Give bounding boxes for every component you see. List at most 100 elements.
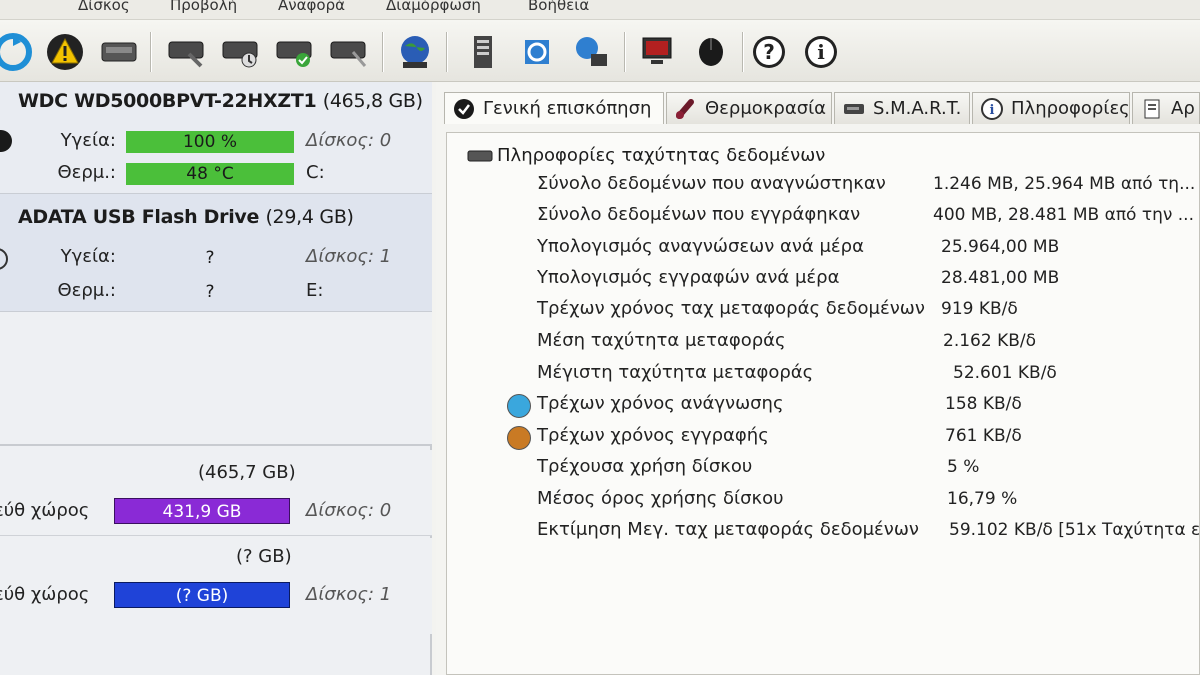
tab-label: Γενική επισκόπηση [483,98,652,119]
disk-icon[interactable] [96,30,142,74]
speed-info-content: Πληροφορίες ταχύτητας δεδομένων Σύνολο δ… [446,132,1200,675]
disk-health-icon[interactable] [218,30,264,74]
refresh-icon[interactable] [0,30,36,74]
disk-icon [844,103,864,114]
disk-model: ADATA USB Flash Drive [18,206,260,228]
info-icon: i [981,97,1003,120]
tab-label: S.M.A.R.T. [873,98,962,119]
help-icon[interactable]: ? [746,30,792,74]
disk-title: WDC WD5000BPVT-22HXZT1 (465,8 GB) [18,90,423,112]
row-value: 5 % [947,457,980,477]
section-title-text: Πληροφορίες ταχύτητας δεδομένων [497,145,826,166]
row-value: 25.964,00 MB [941,237,1060,257]
space-total: (? GB) [236,546,292,567]
empty-area [0,312,432,446]
disk-ref: Δίσκος: 0 [306,130,392,151]
health-bar: ? [126,247,294,269]
temp-label: Θερμ.: [57,280,116,301]
row-label: Σύνολο δεδομένων που εγγράφηκαν [537,204,861,225]
space-bar: (? GB) [114,582,290,608]
svg-text:i: i [817,40,825,64]
row-label: Μέση ταχύτητα μεταφοράς [537,330,786,351]
space-label: εύθ χώρος [0,500,90,521]
svg-text:i: i [990,103,995,118]
disk-entry-1[interactable]: ADATA USB Flash Drive (29,4 GB) Υγεία: ?… [0,194,432,312]
disk-model: WDC WD5000BPVT-22HXZT1 [18,90,317,112]
disk-tools-icon[interactable] [164,30,210,74]
row-value: 28.481,00 MB [941,268,1060,288]
space-entry-1[interactable]: (? GB) εύθ χώρος (? GB) Δίσκος: 1 [0,538,432,634]
tab-more[interactable]: Αρ [1132,92,1200,124]
row-value: 158 KB/δ [945,394,1022,414]
row-label: Μέγιστη ταχύτητα μεταφοράς [537,362,814,383]
menu-view[interactable]: Προβολή [170,0,237,14]
row-label: Σύνολο δεδομένων που αναγνώστηκαν [537,173,886,194]
tab-smart[interactable]: S.M.A.R.T. [834,92,970,124]
write-legend-dot [507,426,531,450]
read-legend-dot [507,394,531,418]
disk-size: (29,4 GB) [265,206,354,228]
menu-bar: Δίσκος Προβολή Αναφορά Διαμόρφωση Βοήθει… [0,0,1200,20]
temp-bar: ? [126,281,294,303]
status-icon [0,248,8,270]
warning-icon[interactable] [42,30,88,74]
disk-icon [467,150,493,161]
tab-overview[interactable]: Γενική επισκόπηση [444,92,664,124]
info-icon[interactable]: i [798,30,844,74]
disk-title: ADATA USB Flash Drive (29,4 GB) [18,206,354,228]
row-value: 59.102 KB/δ [51x Ταχύτητα ε... [949,520,1200,540]
menu-disk[interactable]: Δίσκος [78,0,130,14]
section-title: Πληροφορίες ταχύτητας δεδομένων [467,145,825,166]
monitor-icon[interactable] [634,30,680,74]
health-label: Υγεία: [60,246,116,267]
row-value: 919 KB/δ [941,299,1018,319]
menu-settings[interactable]: Διαμόρφωση [386,0,481,14]
thermometer-icon [676,98,694,119]
tab-temperature[interactable]: Θερμοκρασία [666,92,832,124]
tab-info[interactable]: i Πληροφορίες [972,92,1130,124]
sync-icon[interactable] [514,30,560,74]
space-entry-0[interactable]: (465,7 GB) εύθ χώρος 431,9 GB Δίσκος: 0 [0,450,432,536]
row-label: Εκτίμηση Μεγ. ταχ μεταφοράς δεδομένων [537,519,919,540]
disk-ref: Δίσκος: 0 [306,500,392,521]
details-panel: Γενική επισκόπηση Θερμοκρασία S.M.A.R.T.… [436,82,1200,675]
health-label: Υγεία: [60,130,116,151]
disk-ref: Δίσκος: 1 [306,584,392,605]
drive-letter: E: [306,280,324,301]
tab-label: Θερμοκρασία [705,98,827,119]
menu-report[interactable]: Αναφορά [278,0,345,14]
disk-list-panel: WDC WD5000BPVT-22HXZT1 (465,8 GB) Υγεία:… [0,82,432,675]
disk-ref: Δίσκος: 1 [306,246,392,267]
row-label: Μέσος όρος χρήσης δίσκου [537,488,784,509]
status-icon [0,130,12,152]
row-value: 761 KB/δ [945,426,1022,446]
network-icon[interactable] [568,30,614,74]
row-label: Τρέχων χρόνος ταχ μεταφοράς δεδομένων [537,298,925,319]
row-value: 1.246 MB, 25.964 MB από τη... [933,174,1196,194]
checkmark-icon [454,98,474,119]
disk-search-icon[interactable] [326,30,372,74]
toolbar: ? i [0,20,1200,82]
menu-help[interactable]: Βοήθεια [528,0,589,14]
globe-icon[interactable] [392,30,438,74]
temp-bar: 48 °C [126,163,294,185]
row-value: 16,79 % [947,489,1018,509]
document-icon [1144,99,1160,118]
row-label: Τρέχων χρόνος ανάγνωσης [537,393,784,414]
row-label: Υπολογισμός αναγνώσεων ανά μέρα [537,236,864,257]
row-value: 52.601 KB/δ [953,363,1057,383]
tab-label: Αρ [1171,98,1195,119]
disk-check-icon[interactable] [272,30,318,74]
drive-letter: C: [306,162,325,183]
row-value: 2.162 KB/δ [943,331,1037,351]
tab-label: Πληροφορίες [1011,98,1130,119]
temp-label: Θερμ.: [57,162,116,183]
space-bar: 431,9 GB [114,498,290,524]
row-label: Τρέχων χρόνος εγγραφής [537,425,769,446]
space-label: εύθ χώρος [0,584,90,605]
row-label: Τρέχουσα χρήση δίσκου [537,456,753,477]
mouse-icon[interactable] [688,30,734,74]
disk-size: (465,8 GB) [322,90,423,112]
disk-entry-0[interactable]: WDC WD5000BPVT-22HXZT1 (465,8 GB) Υγεία:… [0,82,432,194]
document-icon[interactable] [460,30,506,74]
